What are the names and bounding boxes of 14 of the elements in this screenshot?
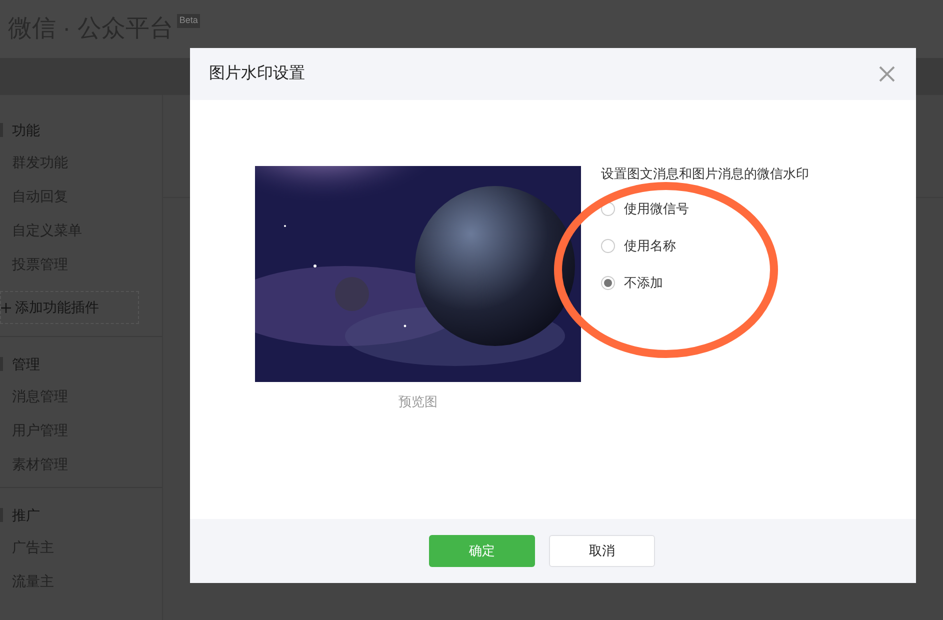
radio-button[interactable]	[601, 276, 615, 290]
cancel-button[interactable]: 取消	[549, 535, 655, 567]
watermark-description: 设置图文消息和图片消息的微信水印	[601, 165, 809, 183]
plus-icon	[1, 302, 11, 312]
dialog-title: 图片水印设置	[209, 64, 305, 84]
radio-button[interactable]	[601, 238, 615, 252]
close-button[interactable]	[878, 65, 896, 83]
close-icon	[878, 65, 896, 83]
watermark-option[interactable]: 不添加	[601, 272, 809, 292]
watermark-option[interactable]: 使用微信号	[601, 198, 809, 218]
beta-badge: Beta	[177, 14, 200, 28]
watermark-option[interactable]: 使用名称	[601, 236, 809, 256]
preview-caption: 预览图	[398, 393, 438, 411]
confirm-button[interactable]: 确定	[429, 535, 535, 567]
